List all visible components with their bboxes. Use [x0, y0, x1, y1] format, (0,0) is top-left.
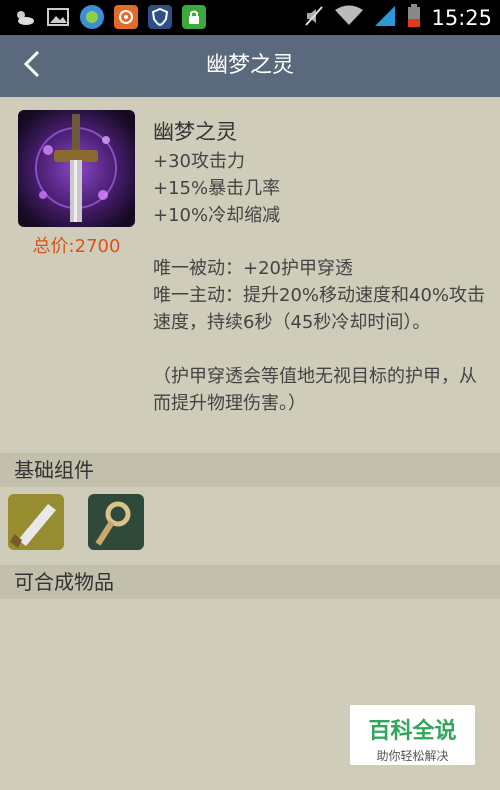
shield-icon [148, 5, 172, 29]
components-header: 基础组件 [0, 453, 500, 487]
app-icon [114, 5, 138, 29]
system-icons: 15:25 [303, 4, 492, 32]
component-item-2[interactable] [88, 494, 144, 550]
item-price: 总价:2700 [32, 236, 121, 257]
item-image [18, 110, 135, 227]
passive-text: 唯一被动：+20护甲穿透 [153, 258, 353, 279]
builds-into-header: 可合成物品 [0, 565, 500, 599]
app-header: 幽梦之灵 [0, 35, 500, 97]
back-button[interactable] [22, 49, 52, 83]
watermark-subtitle: 助你轻松解决 [376, 749, 449, 763]
chevron-left-icon [23, 50, 40, 78]
browser-icon [80, 5, 104, 29]
stat-attack: +30攻击力 [153, 151, 245, 172]
lock-app-icon [182, 5, 206, 29]
watermark-logo: 百科全说 助你轻松解决 [350, 705, 475, 765]
status-bar: 15:25 [0, 0, 500, 35]
stat-cooldown: +10%冷却缩减 [153, 205, 281, 226]
item-stats: +30攻击力 +15%暴击几率 +10%冷却缩减 [153, 148, 280, 229]
clock: 15:25 [431, 6, 492, 30]
item-name: 幽梦之灵 [153, 120, 237, 144]
mute-icon [303, 5, 325, 31]
component-item-1[interactable] [8, 494, 64, 550]
item-description: 唯一被动：+20护甲穿透 唯一主动：提升20%移动速度和40%攻击速度，持续6秒… [153, 255, 488, 417]
active-text: 唯一主动：提升20%移动速度和40%攻击速度，持续6秒（45秒冷却时间）。 [153, 285, 486, 333]
watermark-title: 百科全说 [368, 719, 457, 744]
armor-pen-note: （护甲穿透会等值地无视目标的护甲，从而提升物理伤害。） [153, 366, 477, 414]
image-icon [46, 5, 70, 29]
page-title: 幽梦之灵 [205, 53, 294, 78]
notification-icons [12, 5, 206, 29]
weather-icon [12, 5, 36, 29]
battery-icon [407, 4, 421, 32]
stat-crit: +15%暴击几率 [153, 178, 281, 199]
wifi-icon [335, 5, 364, 31]
signal-icon [373, 5, 397, 31]
